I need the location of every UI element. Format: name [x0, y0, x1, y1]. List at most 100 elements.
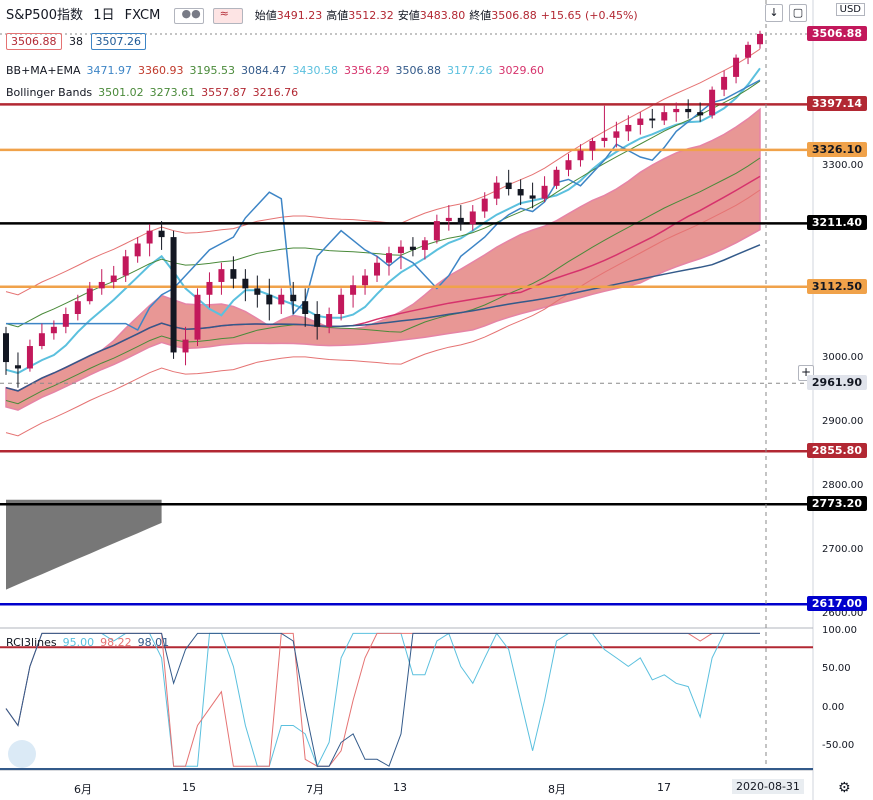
- rci-long-line: [5, 632, 760, 767]
- candle-body: [601, 137, 608, 141]
- candle-body: [709, 89, 716, 116]
- candle-body: [38, 333, 45, 347]
- bbmaema-legend[interactable]: BB+MA+EMA 3471.97 3360.93 3195.53 3084.47 343…: [6, 64, 550, 77]
- candle-body: [86, 288, 93, 302]
- candle-body: [565, 160, 572, 170]
- change-value: +15.65 (+0.45%): [540, 9, 638, 22]
- price-level-tag[interactable]: 3112.50: [806, 278, 867, 294]
- rci-mid-line: [5, 632, 760, 767]
- candle-body: [98, 281, 105, 289]
- candle-body: [577, 150, 584, 161]
- ohlc-label: 終値: [469, 9, 492, 22]
- candle-body: [314, 314, 321, 327]
- ohlc-label: 高値: [326, 9, 349, 22]
- candle-body: [374, 262, 381, 276]
- candle-body: [409, 246, 416, 250]
- price-level-tag[interactable]: 2773.20: [806, 496, 867, 512]
- candle-body: [134, 243, 141, 257]
- indicator-value: 3273.61: [149, 86, 196, 99]
- candle-body: [757, 33, 763, 45]
- ichimoku-cloud: [5, 107, 761, 411]
- bollinger-legend[interactable]: Bollinger Bands 3501.02 3273.61 3557.87 3216…: [6, 86, 304, 99]
- candle-body: [74, 301, 81, 314]
- candle-body: [733, 57, 740, 77]
- indicator-value: 3177.26: [447, 64, 493, 77]
- ohlc-label: 安値: [397, 9, 420, 22]
- candle-body: [146, 230, 153, 244]
- indicator-name: RCI3lines: [6, 636, 57, 649]
- indicator-value: 3356.29: [344, 64, 390, 77]
- ohlc-label: 始値: [254, 9, 277, 22]
- candle-body: [242, 278, 249, 289]
- indicator-value: 3216.76: [252, 86, 299, 99]
- time-tick-label: 13: [393, 781, 407, 794]
- eye-toggle-icon[interactable]: ●●: [174, 7, 205, 24]
- candle-body: [649, 118, 656, 121]
- price-level-tag[interactable]: 3506.88: [806, 26, 867, 42]
- candle-body: [469, 211, 476, 225]
- price-tick-label: 2800.00: [822, 480, 864, 492]
- indicator-value: 3029.60: [498, 64, 545, 77]
- candle-body: [206, 281, 213, 295]
- source-label: FXCM: [124, 8, 161, 23]
- price-level-tag[interactable]: 3397.14: [806, 96, 867, 112]
- candle-body: [541, 185, 548, 199]
- ask-price[interactable]: 3507.26: [90, 33, 146, 50]
- candle-body: [14, 365, 21, 369]
- candle-body: [481, 198, 488, 212]
- rci-short-line: [5, 632, 760, 768]
- logo-icon: [8, 740, 36, 768]
- symbol-name[interactable]: S&P500指数: [6, 8, 83, 23]
- ohlc-value: 3483.80: [419, 9, 466, 22]
- time-tick-label: 7月: [306, 783, 324, 796]
- rci-tick-label: 100.00: [822, 624, 857, 636]
- candle-body: [62, 314, 69, 327]
- rci-tick-label: -50.00: [822, 739, 855, 751]
- candle-body: [697, 112, 704, 116]
- price-level-tag[interactable]: 3326.10: [806, 141, 867, 157]
- currency-label[interactable]: USD: [835, 3, 865, 16]
- interval-label[interactable]: 1日: [93, 8, 114, 23]
- bid-price[interactable]: 3506.88: [6, 33, 62, 50]
- indicator-name: Bollinger Bands: [6, 86, 93, 99]
- price-tick-label: 3300.00: [822, 159, 864, 171]
- chart-window: { "header": { "symbol": "S&P500指数", "int…: [0, 0, 873, 800]
- time-tick-label: 15: [182, 781, 196, 794]
- candle-body: [122, 256, 129, 276]
- candle-body: [433, 221, 440, 241]
- candle-body: [290, 294, 297, 302]
- candle-body: [721, 76, 728, 90]
- indicator-value: 3501.02: [98, 86, 144, 99]
- compare-icon[interactable]: ≈: [212, 7, 243, 24]
- rci-tick-label: 50.00: [822, 663, 851, 675]
- candle-body: [266, 294, 273, 305]
- candle-body: [158, 230, 165, 238]
- indicator-value: 3471.97: [86, 64, 133, 77]
- candle-body: [3, 333, 9, 363]
- price-level-tag[interactable]: 2961.90: [806, 375, 867, 391]
- indicator-value: 98.22: [100, 636, 132, 649]
- price-level-tag[interactable]: 3211.40: [806, 215, 867, 231]
- price-chart[interactable]: [0, 0, 873, 800]
- time-tick-label: 17: [657, 781, 671, 794]
- rci-legend[interactable]: RCI3lines 95.00 98.22 98.01: [6, 636, 175, 649]
- candle-body: [553, 169, 560, 186]
- maximize-icon[interactable]: ▢: [789, 4, 807, 22]
- candle-body: [589, 140, 596, 151]
- candle-body: [625, 124, 632, 132]
- candle-body: [637, 118, 644, 125]
- ohlc-value: 3506.88: [491, 9, 537, 22]
- ichimoku-cloud-bearish: [6, 499, 162, 590]
- collapse-arrow-icon[interactable]: ↓: [765, 4, 783, 22]
- candle-body: [110, 275, 117, 282]
- price-level-tag[interactable]: 2855.80: [806, 443, 867, 459]
- price-level-tag[interactable]: 2617.00: [806, 596, 867, 612]
- candle-body: [745, 44, 752, 58]
- indicator-value: 95.00: [62, 636, 95, 649]
- candle-body: [362, 275, 369, 286]
- candle-body: [529, 195, 536, 199]
- candle-body: [397, 246, 404, 254]
- candle-body: [278, 294, 285, 305]
- bid-ask-row: 3506.88 38 3507.26: [6, 33, 150, 50]
- settings-gear-icon[interactable]: ⚙: [838, 780, 851, 796]
